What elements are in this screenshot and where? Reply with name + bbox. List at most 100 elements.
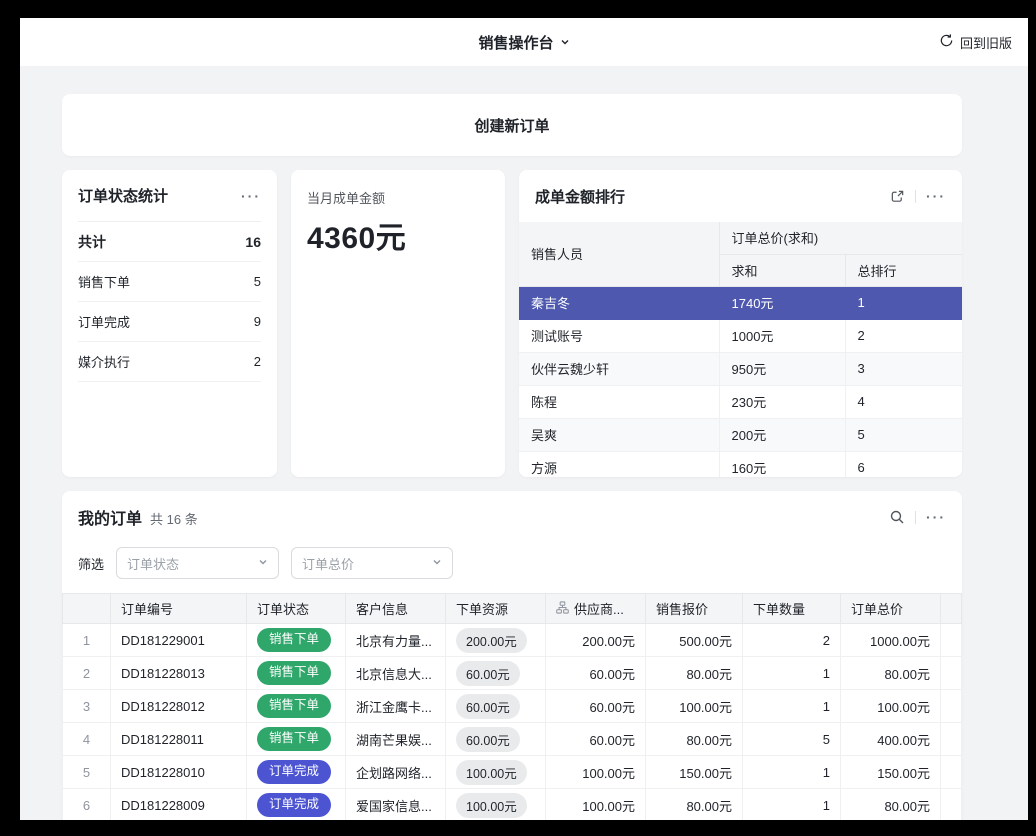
supplier-cell: 60.00元	[546, 657, 646, 690]
order-row[interactable]: 2DD181228013销售下单北京信息大...60.00元60.00元80.0…	[63, 657, 962, 690]
order-row[interactable]: 6DD181228009订单完成爱国家信息...100.00元100.00元80…	[63, 789, 962, 821]
ranking-row: 测试账号1000元2	[519, 319, 962, 352]
chevron-down-icon	[432, 554, 442, 572]
col-row-number	[63, 594, 111, 624]
col-sales-person: 销售人员	[519, 222, 719, 286]
more-icon[interactable]: ···	[926, 510, 946, 524]
status-row: 共计16	[78, 222, 261, 262]
ranking-sum: 230元	[719, 385, 845, 418]
col-order-status: 订单状态	[247, 594, 346, 624]
page-title: 销售操作台	[478, 32, 553, 53]
quote-cell: 100.00元	[646, 690, 743, 723]
total-cell: 80.00元	[841, 789, 941, 821]
status-row: 订单完成9	[78, 302, 261, 342]
total-cell: 400.00元	[841, 723, 941, 756]
ranking-row: 吴爽200元5	[519, 418, 962, 451]
order-no-cell: DD181228013	[111, 657, 247, 690]
col-order-total-sum-group: 订单总价(求和)	[719, 222, 962, 254]
qty-cell: 1	[743, 756, 841, 789]
resource-cell: 60.00元	[446, 657, 546, 690]
share-icon[interactable]	[890, 189, 905, 204]
customer-cell: 北京有力量...	[346, 624, 446, 657]
resource-cell: 100.00元	[446, 789, 546, 821]
row-index: 6	[63, 789, 111, 821]
col-order-no: 订单编号	[111, 594, 247, 624]
quote-cell: 80.00元	[646, 657, 743, 690]
topbar: 销售操作台 回到旧版	[20, 18, 1028, 66]
resource-pill: 60.00元	[456, 661, 520, 686]
console-switcher[interactable]: 销售操作台	[478, 32, 569, 53]
create-order-button[interactable]: 创建新订单	[62, 94, 962, 156]
total-cell: 1000.00元	[841, 624, 941, 657]
order-row[interactable]: 1DD181229001销售下单北京有力量...200.00元200.00元50…	[63, 624, 962, 657]
sitemap-icon	[556, 601, 569, 617]
resource-pill: 100.00元	[456, 760, 527, 785]
resource-pill: 60.00元	[456, 727, 520, 752]
ranking-person: 秦吉冬	[519, 286, 719, 319]
ranking-card: 成单金额排行 ··· 销售人员 订单总价(求和)	[519, 170, 962, 477]
total-cell: 150.00元	[841, 756, 941, 789]
status-badge: 销售下单	[257, 628, 331, 652]
trailing-cell	[941, 624, 962, 657]
amount-value: 4360元	[307, 213, 489, 257]
create-order-label: 创建新订单	[474, 115, 549, 136]
status-label: 销售下单	[78, 272, 130, 291]
order-row[interactable]: 4DD181228011销售下单湖南芒果娱...60.00元60.00元80.0…	[63, 723, 962, 756]
amount-card: 当月成单金额 4360元	[291, 170, 505, 477]
status-row: 媒介执行2	[78, 342, 261, 382]
order-status-filter[interactable]: 订单状态	[116, 547, 279, 579]
order-status-cell: 销售下单	[247, 690, 346, 723]
ranking-person: 伙伴云魏少轩	[519, 352, 719, 385]
search-icon[interactable]	[889, 509, 905, 525]
order-status-cell: 订单完成	[247, 789, 346, 821]
chevron-down-icon	[258, 554, 268, 572]
orders-count: 共 16 条	[150, 509, 198, 528]
supplier-cell: 100.00元	[546, 789, 646, 821]
ranking-tbody: 秦吉冬1740元1测试账号1000元2伙伴云魏少轩950元3陈程230元4吴爽2…	[519, 286, 962, 477]
status-value: 5	[254, 274, 261, 289]
qty-cell: 5	[743, 723, 841, 756]
order-status-cell: 销售下单	[247, 624, 346, 657]
order-status-cell: 销售下单	[247, 723, 346, 756]
back-to-old-version-button[interactable]: 回到旧版	[939, 18, 1012, 66]
order-row[interactable]: 5DD181228010订单完成企划路网络...100.00元100.00元15…	[63, 756, 962, 789]
status-label: 共计	[78, 232, 106, 252]
order-no-cell: DD181228010	[111, 756, 247, 789]
order-total-filter[interactable]: 订单总价	[291, 547, 453, 579]
more-icon[interactable]: ···	[241, 189, 261, 203]
app-window: 销售操作台 回到旧版 创建新订单 订单状态统计 ··· 共计16销售下单5	[20, 18, 1028, 820]
ranking-person: 测试账号	[519, 319, 719, 352]
cards-row: 订单状态统计 ··· 共计16销售下单5订单完成9媒介执行2 当月成单金额 43…	[62, 170, 962, 477]
qty-cell: 2	[743, 624, 841, 657]
total-cell: 100.00元	[841, 690, 941, 723]
customer-cell: 企划路网络...	[346, 756, 446, 789]
trailing-cell	[941, 723, 962, 756]
status-value: 9	[254, 314, 261, 329]
status-badge: 订单完成	[257, 793, 331, 817]
ranking-rank: 5	[845, 418, 962, 451]
order-no-cell: DD181228012	[111, 690, 247, 723]
status-badge: 订单完成	[257, 760, 331, 784]
chevron-down-icon	[560, 34, 570, 51]
resource-pill: 100.00元	[456, 793, 527, 818]
supplier-cell: 200.00元	[546, 624, 646, 657]
status-list: 共计16 销售下单 5 订单完成9媒介执行2	[78, 222, 261, 382]
ranking-rank: 3	[845, 352, 962, 385]
row-index: 4	[63, 723, 111, 756]
order-no-cell: DD181228009	[111, 789, 247, 821]
resource-cell: 60.00元	[446, 690, 546, 723]
status-badge: 销售下单	[257, 661, 331, 685]
ranking-person: 吴爽	[519, 418, 719, 451]
order-status-cell: 销售下单	[247, 657, 346, 690]
amount-card-title: 当月成单金额	[307, 188, 489, 207]
more-icon[interactable]: ···	[926, 189, 946, 203]
col-customer-info: 客户信息	[346, 594, 446, 624]
qty-cell: 1	[743, 690, 841, 723]
col-sales-quote: 销售报价	[646, 594, 743, 624]
supplier-cell: 60.00元	[546, 723, 646, 756]
trailing-cell	[941, 690, 962, 723]
qty-cell: 1	[743, 657, 841, 690]
ranking-rank: 1	[845, 286, 962, 319]
order-row[interactable]: 3DD181228012销售下单浙江金鹰卡...60.00元60.00元100.…	[63, 690, 962, 723]
status-badge: 销售下单	[257, 727, 331, 751]
